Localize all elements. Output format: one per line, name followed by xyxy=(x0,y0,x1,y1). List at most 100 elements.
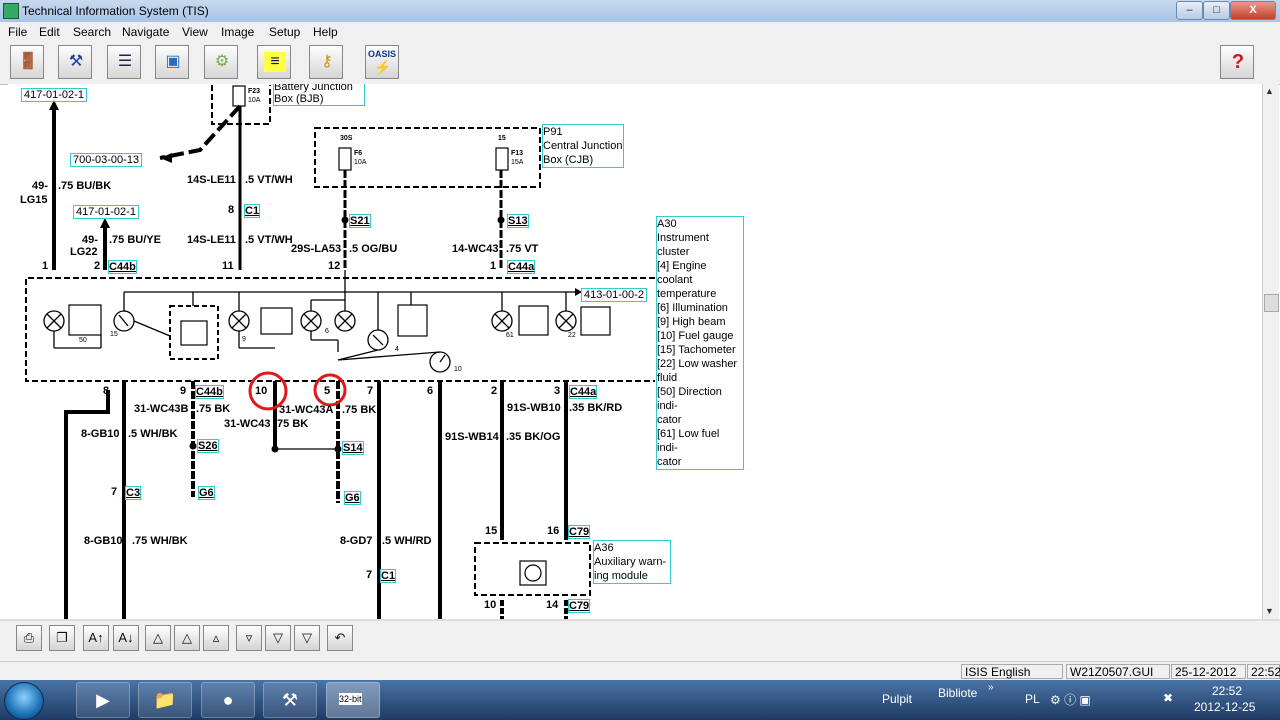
cjb-label: P91 Central Junction Box (CJB) xyxy=(542,124,624,168)
language-indicator[interactable]: PL xyxy=(1025,692,1040,706)
minimize-button[interactable]: – xyxy=(1176,1,1203,20)
media-player-icon[interactable]: ▶ xyxy=(76,682,130,718)
wire-label: 91S-WB14 xyxy=(445,431,499,443)
menu-search[interactable]: Search xyxy=(73,25,111,39)
print-icon[interactable]: ⎙ xyxy=(16,625,42,651)
pin-number: 7 xyxy=(366,569,373,581)
exit-button[interactable]: 🚪 xyxy=(10,45,44,79)
vehicle-button[interactable]: ▣ xyxy=(155,45,189,79)
connector-c44a-bottom[interactable]: C44a xyxy=(569,385,598,399)
wiring-diagram-canvas[interactable]: 417-01-02-1 700-03-00-13 417-01-02-1 413… xyxy=(8,84,1262,619)
ref-700[interactable]: 700-03-00-13 xyxy=(70,153,143,167)
splice-s13[interactable]: S13 xyxy=(507,214,529,228)
f13-label: F13 xyxy=(511,150,524,157)
scroll-thumb[interactable] xyxy=(1264,294,1279,312)
menu-setup[interactable]: Setup xyxy=(269,25,300,39)
small-pin: 10 xyxy=(454,366,462,373)
wire-label: 49- xyxy=(32,180,48,192)
clock-date[interactable]: 2012-12-25 xyxy=(1194,700,1255,714)
tis-task-label: 32-bit xyxy=(339,693,362,705)
pin-number: 7 xyxy=(111,486,118,498)
next-section-icon[interactable]: ▽ xyxy=(265,625,291,651)
app-icon xyxy=(3,3,19,19)
wire-label: 31-WC43B xyxy=(134,403,189,415)
menu-help[interactable]: Help xyxy=(313,25,338,39)
font-decrease-icon[interactable]: A↓ xyxy=(113,625,139,651)
splice-s14[interactable]: S14 xyxy=(342,441,364,455)
menu-navigate[interactable]: Navigate xyxy=(122,25,169,39)
tray-icons[interactable]: ⚙ ⓘ ▣ xyxy=(1050,691,1091,708)
next-page-icon[interactable]: ▿ xyxy=(236,625,262,651)
connector-c79-bottom[interactable]: C79 xyxy=(568,599,591,613)
wire-label: 91S-WB10 xyxy=(507,402,561,414)
document-button[interactable]: ☰ xyxy=(107,45,141,79)
scroll-up-icon[interactable]: ▲ xyxy=(1265,86,1274,96)
connector-c3[interactable]: C3 xyxy=(125,486,142,500)
copy-icon[interactable]: ❐ xyxy=(49,625,75,651)
pin-5-number: 5 xyxy=(324,385,331,397)
clock-time[interactable]: 22:52 xyxy=(1212,684,1242,698)
connector-c44b[interactable]: C44b xyxy=(108,260,137,274)
status-date: 25-12-2012 xyxy=(1171,664,1246,679)
biblioteki-toolbar[interactable]: Bibliote xyxy=(938,686,977,700)
ref-413[interactable]: 413-01-00-2 xyxy=(581,288,647,302)
ref-417-1[interactable]: 417-01-02-1 xyxy=(21,88,87,102)
notebook-button[interactable]: ≡ xyxy=(257,45,291,79)
menu-view[interactable]: View xyxy=(182,25,208,39)
navigation-toolbar: ⎙ ❐ A↑ A↓ △ △ ▵ ▿ ▽ ▽ ↶ xyxy=(0,621,1280,661)
oasis-button[interactable]: OASIS ⚡ xyxy=(365,45,399,79)
small-pin: 22 xyxy=(568,332,576,339)
main-toolbar: 🚪 ⚒ ☰ ▣ ⚙ ≡ ⚷ OASIS ⚡ ? xyxy=(0,42,1280,85)
folder-icon[interactable]: 📁 xyxy=(138,682,192,718)
wire-spec: .75 BK xyxy=(342,404,377,416)
wire-label: LG15 xyxy=(20,194,48,206)
tools-button[interactable]: ⚒ xyxy=(58,45,92,79)
connector-c44b-bottom[interactable]: C44b xyxy=(195,385,224,399)
pin-number: 16 xyxy=(547,525,560,537)
scroll-down-icon[interactable]: ▼ xyxy=(1265,606,1274,616)
tools-icon[interactable]: ⚒ xyxy=(263,682,317,718)
pin-number: 9 xyxy=(180,385,187,397)
wire-spec: .5 WH/BK xyxy=(128,428,178,440)
connector-c1[interactable]: C1 xyxy=(244,204,261,218)
menu-file[interactable]: File xyxy=(8,25,27,39)
connector-c44a[interactable]: C44a xyxy=(507,260,536,274)
splice-s21[interactable]: S21 xyxy=(349,214,371,228)
wrench-icon: ⚒ xyxy=(68,53,84,70)
menu-image[interactable]: Image xyxy=(221,25,254,39)
connector-c79[interactable]: C79 xyxy=(568,525,591,539)
start-button[interactable] xyxy=(4,682,44,720)
windows-taskbar: ▶ 📁 ● ⚒ 32-bit Pulpit Bibliote » PL ⚙ ⓘ … xyxy=(0,680,1280,720)
status-file: W21Z0507.GUI xyxy=(1066,664,1170,679)
last-page-icon[interactable]: ▽ xyxy=(294,625,320,651)
diagram-labels: 417-01-02-1 700-03-00-13 417-01-02-1 413… xyxy=(8,84,1262,619)
prev-page-icon[interactable]: ▵ xyxy=(203,625,229,651)
font-increase-icon[interactable]: A↑ xyxy=(83,625,109,651)
wire-label: 8-GD7 xyxy=(340,535,373,547)
tis-icon[interactable]: 32-bit xyxy=(326,682,380,718)
key-button[interactable]: ⚷ xyxy=(309,45,343,79)
connector-c1-bottom[interactable]: C1 xyxy=(380,569,397,583)
prev-section-icon[interactable]: △ xyxy=(174,625,200,651)
ground-g6[interactable]: G6 xyxy=(198,486,215,500)
ref-417-2[interactable]: 417-01-02-1 xyxy=(73,205,139,219)
pulpit-toolbar[interactable]: Pulpit xyxy=(882,692,912,706)
vehicle-icon: ▣ xyxy=(165,53,181,70)
help-button[interactable]: ? xyxy=(1220,45,1254,79)
wire-spec: .35 BK/OG xyxy=(506,431,561,443)
door-icon: 🚪 xyxy=(18,53,38,70)
vertical-scrollbar[interactable]: ▲ ▼ xyxy=(1262,84,1279,619)
maximize-button[interactable]: □ xyxy=(1203,1,1230,20)
splice-s26[interactable]: S26 xyxy=(197,439,219,453)
network-icon[interactable]: ✖ xyxy=(1163,691,1173,705)
menu-edit[interactable]: Edit xyxy=(39,25,60,39)
back-icon[interactable]: ↶ xyxy=(327,625,353,651)
toolbar-overflow-icon[interactable]: » xyxy=(988,682,994,693)
first-page-icon[interactable]: △ xyxy=(145,625,171,651)
component-button[interactable]: ⚙ xyxy=(204,45,238,79)
firefox-icon[interactable]: ● xyxy=(201,682,255,718)
status-language: ISIS English xyxy=(961,664,1063,679)
wire-label: 14S-LE11 xyxy=(187,174,236,186)
ground-g6-2[interactable]: G6 xyxy=(344,491,361,505)
close-button[interactable]: X xyxy=(1230,1,1276,20)
